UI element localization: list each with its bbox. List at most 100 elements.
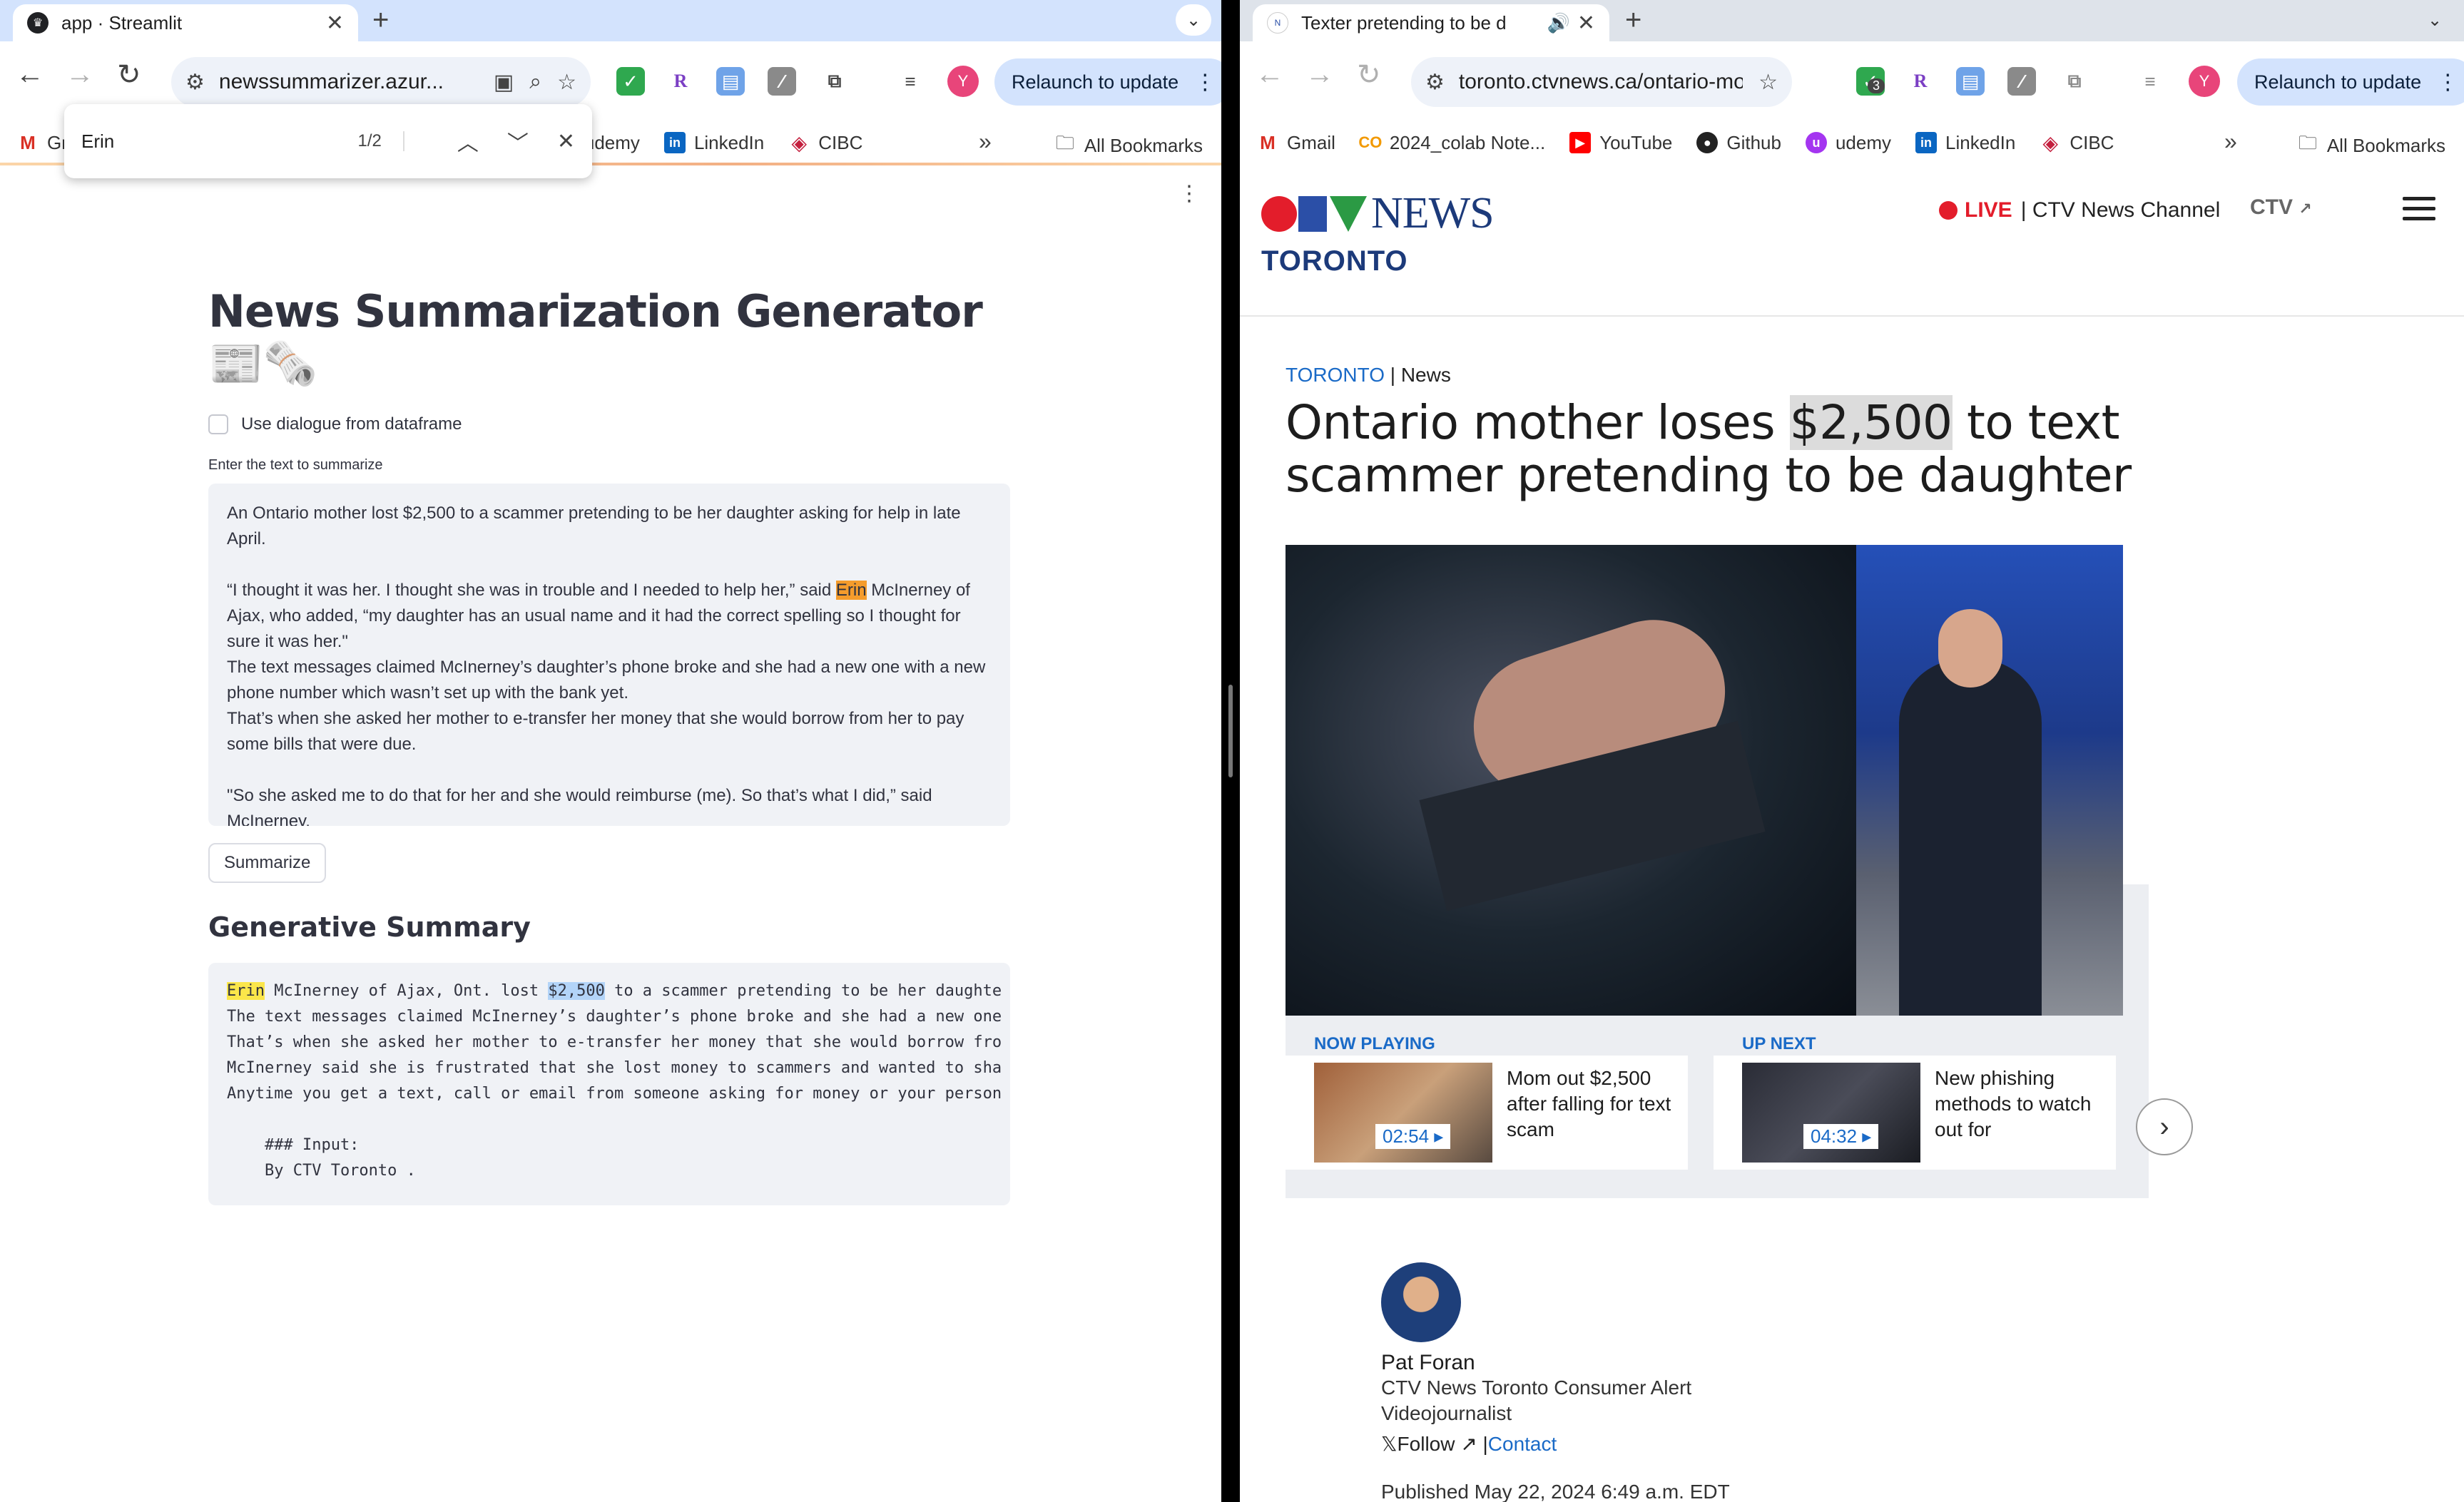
more-bookmarks-icon[interactable]: » bbox=[2224, 128, 2237, 155]
address-bar[interactable]: ⚙ newssummarizer.azur... ▣ ⌕ ☆ bbox=[171, 57, 591, 107]
all-bookmarks[interactable]: 🗀 All Bookmarks bbox=[1056, 130, 1203, 161]
speaker-icon[interactable]: 🔊 bbox=[1547, 12, 1569, 34]
profile-avatar[interactable]: Y bbox=[2189, 66, 2220, 97]
tab-search-chevron-icon[interactable]: ⌄ bbox=[1176, 4, 1211, 36]
tab-search-chevron-icon[interactable]: ⌄ bbox=[2417, 4, 2453, 36]
find-bar: Erin 1/2 ︿ ﹀ ✕ bbox=[64, 104, 592, 178]
bookmark-udemy[interactable]: u udemy bbox=[1805, 132, 1891, 154]
find-previous-icon[interactable]: ︿ bbox=[457, 126, 479, 157]
now-playing-card[interactable]: NOW PLAYING 02:54 ▸ Mom out $2,500 after… bbox=[1286, 1034, 1688, 1170]
app-menu-icon[interactable]: ⋮ bbox=[1178, 181, 1200, 206]
media-queue-icon[interactable]: ≡ bbox=[2136, 67, 2164, 96]
bookmark-udemy[interactable]: udemy bbox=[584, 132, 640, 154]
notes-extension-icon[interactable]: ▤ bbox=[1956, 67, 1985, 96]
pen-extension-icon[interactable]: ⁄ bbox=[768, 67, 796, 96]
author-name[interactable]: Pat Foran bbox=[1381, 1351, 1691, 1375]
browser-toolbar: ← → ↻ ⚙ toronto.ctvnews.ca/ontario-mot..… bbox=[1240, 41, 2464, 121]
site-info-icon[interactable]: ⚙ bbox=[185, 70, 205, 95]
live-channel-link[interactable]: LIVE | CTV News Channel bbox=[1939, 198, 2220, 223]
author-links: 𝕏Follow ↗ |Contact bbox=[1381, 1433, 1557, 1455]
zoom-icon[interactable]: ⌕ bbox=[529, 70, 541, 94]
find-close-icon[interactable]: ✕ bbox=[557, 129, 575, 154]
breadcrumb-section[interactable]: News bbox=[1401, 364, 1451, 386]
more-bookmarks-icon[interactable]: » bbox=[979, 128, 992, 155]
find-input[interactable]: Erin bbox=[81, 131, 357, 153]
pen-extension-icon[interactable]: ⁄ bbox=[2007, 67, 2036, 96]
back-arrow-icon[interactable]: ← bbox=[1256, 58, 1284, 91]
bookmark-star-icon[interactable]: ☆ bbox=[557, 70, 576, 95]
up-next-card[interactable]: UP NEXT 04:32 ▸ New phishing methods to … bbox=[1714, 1034, 2116, 1170]
now-playing-title[interactable]: Mom out $2,500 after falling for text sc… bbox=[1507, 1066, 1678, 1143]
relaunch-label: Relaunch to update bbox=[1012, 71, 1179, 93]
bookmark-youtube[interactable]: ▶ YouTube bbox=[1569, 132, 1672, 154]
tab-ctv-article[interactable]: N Texter pretending to be d 🔊 ✕ bbox=[1253, 4, 1609, 41]
linkedin-icon: in bbox=[663, 132, 686, 153]
ctv-external-link[interactable]: CTV ↗ bbox=[2250, 195, 2312, 220]
next-video-chevron-icon[interactable]: › bbox=[2136, 1098, 2193, 1155]
bookmark-gmail[interactable]: M Gmail bbox=[1257, 132, 1335, 154]
headline-text: Ontario mother loses bbox=[1286, 395, 1790, 450]
video-side-panel bbox=[2123, 884, 2149, 1016]
relaunch-button[interactable]: Relaunch to update ⋮ bbox=[994, 58, 1221, 106]
ctv-favicon-icon: N bbox=[1267, 12, 1288, 34]
forward-arrow-icon[interactable]: → bbox=[66, 58, 94, 91]
relaunch-label: Relaunch to update bbox=[2254, 71, 2422, 93]
breadcrumb-city[interactable]: TORONTO bbox=[1286, 364, 1385, 386]
bookmark-star-icon[interactable]: ☆ bbox=[1758, 70, 1778, 95]
site-info-icon[interactable]: ⚙ bbox=[1425, 70, 1445, 95]
find-in-page-icon[interactable]: ▣ bbox=[494, 70, 514, 95]
bookmark-cibc[interactable]: ◈ CIBC bbox=[2040, 132, 2114, 154]
bookmark-github[interactable]: ● Github bbox=[1696, 132, 1781, 154]
dataframe-checkbox[interactable]: Use dialogue from dataframe bbox=[208, 414, 1010, 434]
shield-extension-icon[interactable]: ✓ bbox=[616, 67, 645, 96]
r-extension-icon[interactable]: R bbox=[666, 67, 695, 96]
bookmark-colab[interactable]: CO 2024_colab Note... bbox=[1358, 132, 1545, 154]
bookmark-linkedin[interactable]: in LinkedIn bbox=[1915, 132, 2015, 154]
menu-dots-icon[interactable]: ⋮ bbox=[1194, 70, 1216, 95]
checkbox-box[interactable] bbox=[208, 414, 228, 434]
close-tab-icon[interactable]: ✕ bbox=[326, 11, 344, 36]
notes-extension-icon[interactable]: ▤ bbox=[716, 67, 745, 96]
video-anchor-head bbox=[1938, 609, 2002, 688]
all-bookmarks[interactable]: 🗀 All Bookmarks bbox=[2298, 130, 2445, 161]
profile-avatar[interactable]: Y bbox=[947, 66, 979, 97]
ctv-news-logo[interactable]: NEWS bbox=[1261, 188, 1495, 239]
forward-arrow-icon[interactable]: → bbox=[1305, 58, 1334, 91]
reload-icon[interactable]: ↻ bbox=[117, 58, 141, 91]
up-next-title[interactable]: New phishing methods to watch out for bbox=[1935, 1066, 2106, 1143]
close-tab-icon[interactable]: ✕ bbox=[1577, 11, 1595, 36]
puzzle-extensions-icon[interactable]: ⧉ bbox=[820, 67, 849, 96]
menu-dots-icon[interactable]: ⋮ bbox=[2437, 70, 2458, 95]
find-next-icon[interactable]: ﹀ bbox=[507, 126, 529, 157]
text-paragraph: The text messages claimed McInerney’s da… bbox=[227, 658, 986, 703]
hamburger-menu-icon[interactable] bbox=[2403, 197, 2435, 227]
divider-grip[interactable] bbox=[1228, 685, 1233, 777]
follow-link[interactable]: 𝕏Follow ↗ bbox=[1381, 1433, 1477, 1455]
new-tab-icon[interactable]: + bbox=[372, 4, 389, 36]
bookmark-gmail[interactable]: M Gr bbox=[17, 132, 68, 154]
contact-link[interactable]: Contact bbox=[1488, 1433, 1557, 1455]
split-divider[interactable] bbox=[1221, 0, 1240, 1502]
tab-title: app · Streamlit bbox=[61, 11, 183, 34]
author-avatar[interactable] bbox=[1381, 1262, 1461, 1342]
new-tab-icon[interactable]: + bbox=[1625, 4, 1641, 36]
back-arrow-icon[interactable]: ← bbox=[16, 58, 44, 91]
text-to-summarize-input[interactable]: An Ontario mother lost $2,500 to a scamm… bbox=[208, 484, 1010, 826]
relaunch-button[interactable]: Relaunch to update ⋮ bbox=[2237, 58, 2464, 106]
puzzle-extensions-icon[interactable]: ⧉ bbox=[2060, 67, 2089, 96]
colab-icon: CO bbox=[1358, 133, 1383, 151]
bookmark-cibc[interactable]: ◈ CIBC bbox=[788, 132, 862, 154]
media-queue-icon[interactable]: ≡ bbox=[896, 67, 925, 96]
tab-streamlit-app[interactable]: ♛ app · Streamlit ✕ bbox=[13, 4, 358, 41]
summarize-button[interactable]: Summarize bbox=[208, 843, 327, 883]
r-extension-icon[interactable]: R bbox=[1906, 67, 1935, 96]
ctv-header: NEWS TORONTO LIVE | CTV News Channel CTV… bbox=[1240, 165, 2464, 317]
reload-icon[interactable]: ↻ bbox=[1357, 58, 1381, 91]
site-city[interactable]: TORONTO bbox=[1261, 245, 1408, 277]
page-title: News Summarization Generator 📰🗞️ bbox=[208, 285, 983, 389]
gmail-icon: M bbox=[20, 131, 36, 153]
bookmark-linkedin[interactable]: in LinkedIn bbox=[663, 132, 764, 154]
bookmarks-bar: M Gmail CO 2024_colab Note... ▶ YouTube ● Gi… bbox=[1240, 121, 2464, 164]
video-player[interactable] bbox=[1286, 545, 2123, 1016]
address-bar[interactable]: ⚙ toronto.ctvnews.ca/ontario-mot... ☆ bbox=[1411, 57, 1792, 107]
